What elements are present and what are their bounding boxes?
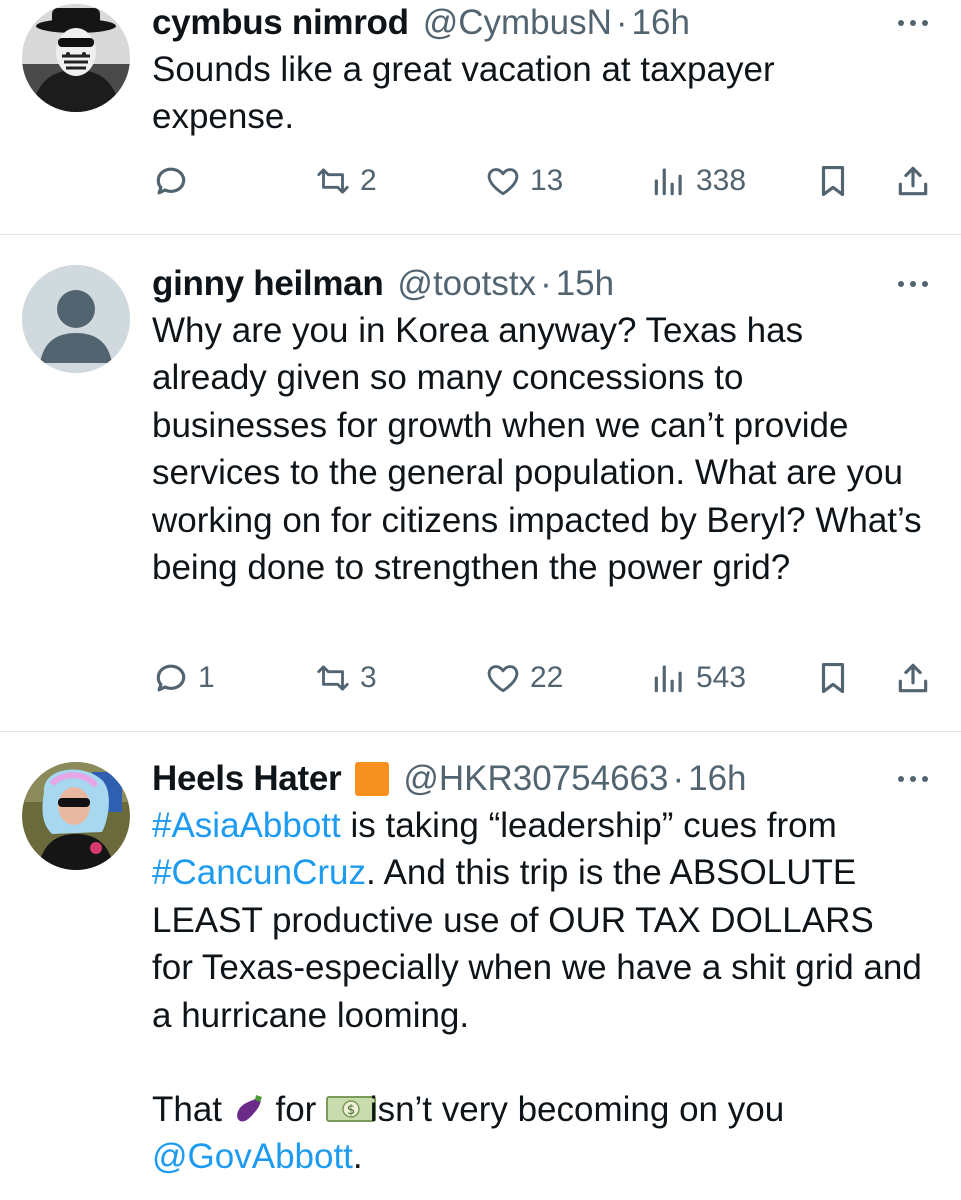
orange-square-emoji — [355, 762, 390, 796]
share-icon — [898, 663, 928, 693]
hashtag-link[interactable]: #AsiaAbbott — [152, 806, 341, 845]
default-avatar-icon — [22, 265, 130, 373]
tweet-paragraph: Sounds like a great vacation at taxpayer… — [152, 50, 775, 137]
timestamp[interactable]: 15h — [556, 264, 614, 304]
tweet-header: Heels Hater @HKR30754663 · 16h — [152, 756, 747, 802]
reply-icon — [156, 664, 186, 692]
bookmark-button[interactable] — [814, 655, 852, 701]
like-count: 13 — [530, 164, 564, 197]
tweet-text-segment: is taking “leadership” cues from — [340, 806, 837, 845]
separator-dot: · — [615, 3, 628, 42]
avatar-image — [22, 762, 130, 870]
separator-dot: · — [672, 759, 685, 798]
separator-dot: · — [540, 264, 552, 303]
tweet-header: cymbus nimrod @CymbusN · 16h — [152, 0, 690, 46]
more-icon[interactable] — [893, 764, 933, 794]
money-emoji: $ — [326, 1090, 377, 1124]
display-name[interactable]: Heels Hater — [152, 759, 342, 799]
views-count: 543 — [696, 661, 747, 694]
avatar-image — [22, 4, 130, 112]
tweet-header: ginny heilman @tootstx · 15h — [152, 261, 614, 307]
retweet-button[interactable]: 3 — [314, 655, 377, 701]
avatar[interactable] — [22, 4, 130, 112]
tweet-3[interactable]: Heels Hater @HKR30754663 · 16h #AsiaAbbo… — [0, 756, 961, 1200]
tweet-text-segment: . — [352, 1137, 363, 1177]
avatar[interactable] — [22, 265, 130, 373]
tweet-text-segment: That — [152, 1090, 232, 1130]
timestamp[interactable]: 16h — [632, 3, 690, 43]
mention-link[interactable]: @GovAbbott — [152, 1137, 353, 1176]
retweet-icon — [317, 168, 349, 194]
svg-text:$: $ — [347, 1103, 355, 1118]
user-handle[interactable]: @CymbusN — [423, 3, 612, 43]
tweet-paragraph: #AsiaAbbott is taking “leadership” cues … — [152, 802, 922, 1039]
bookmark-icon — [821, 662, 845, 694]
eggplant-emoji — [232, 1090, 266, 1124]
more-icon[interactable] — [893, 269, 933, 299]
retweet-count: 3 — [360, 661, 377, 694]
reply-button[interactable] — [152, 158, 198, 204]
action-bar: 2 13 338 — [152, 158, 942, 204]
views-button[interactable]: 543 — [650, 655, 746, 701]
divider — [0, 234, 961, 235]
retweet-icon — [317, 665, 349, 691]
tweet-text: Sounds like a great vacation at taxpayer… — [152, 46, 872, 141]
divider — [0, 731, 961, 732]
timestamp[interactable]: 16h — [688, 759, 746, 799]
share-button[interactable] — [894, 158, 932, 204]
tweet-text-segment: isn’t very becoming on you — [360, 1090, 785, 1130]
reply-button[interactable]: 1 — [152, 655, 215, 701]
tweet-text: #AsiaAbbott is taking “leadership” cues … — [152, 802, 922, 1181]
retweet-button[interactable]: 2 — [314, 158, 377, 204]
display-name[interactable]: ginny heilman — [152, 264, 384, 304]
reply-count: 1 — [198, 661, 215, 694]
tweet-text-segment: for — [265, 1090, 327, 1130]
tweet-paragraph: That for $ isn’t very becoming on you @G… — [152, 1086, 922, 1181]
views-icon — [654, 168, 682, 196]
avatar[interactable] — [22, 762, 130, 870]
like-icon — [487, 665, 519, 693]
views-count: 338 — [696, 164, 747, 197]
views-icon — [654, 665, 682, 693]
tweet-1[interactable]: cymbus nimrod @CymbusN · 16h Sounds like… — [0, 0, 961, 234]
bookmark-button[interactable] — [814, 158, 852, 204]
like-button[interactable]: 13 — [484, 158, 563, 204]
display-name[interactable]: cymbus nimrod — [152, 3, 409, 43]
reply-icon — [156, 167, 186, 195]
bookmark-icon — [821, 165, 845, 197]
retweet-count: 2 — [360, 164, 377, 197]
share-button[interactable] — [894, 655, 932, 701]
user-handle[interactable]: @tootstx — [397, 264, 536, 304]
tweet-2[interactable]: ginny heilman @tootstx · 15h Why are you… — [0, 261, 961, 731]
user-handle[interactable]: @HKR30754663 — [403, 759, 668, 799]
more-icon[interactable] — [893, 8, 933, 38]
share-icon — [898, 166, 928, 196]
hashtag-link[interactable]: #CancunCruz — [152, 853, 366, 892]
like-button[interactable]: 22 — [484, 655, 563, 701]
action-bar: 1 3 22 543 — [152, 655, 942, 701]
like-icon — [487, 168, 519, 196]
tweet-text: Why are you in Korea anyway? Texas has a… — [152, 307, 922, 591]
tweet-paragraph: Why are you in Korea anyway? Texas has a… — [152, 311, 922, 588]
like-count: 22 — [530, 661, 564, 694]
views-button[interactable]: 338 — [650, 158, 746, 204]
